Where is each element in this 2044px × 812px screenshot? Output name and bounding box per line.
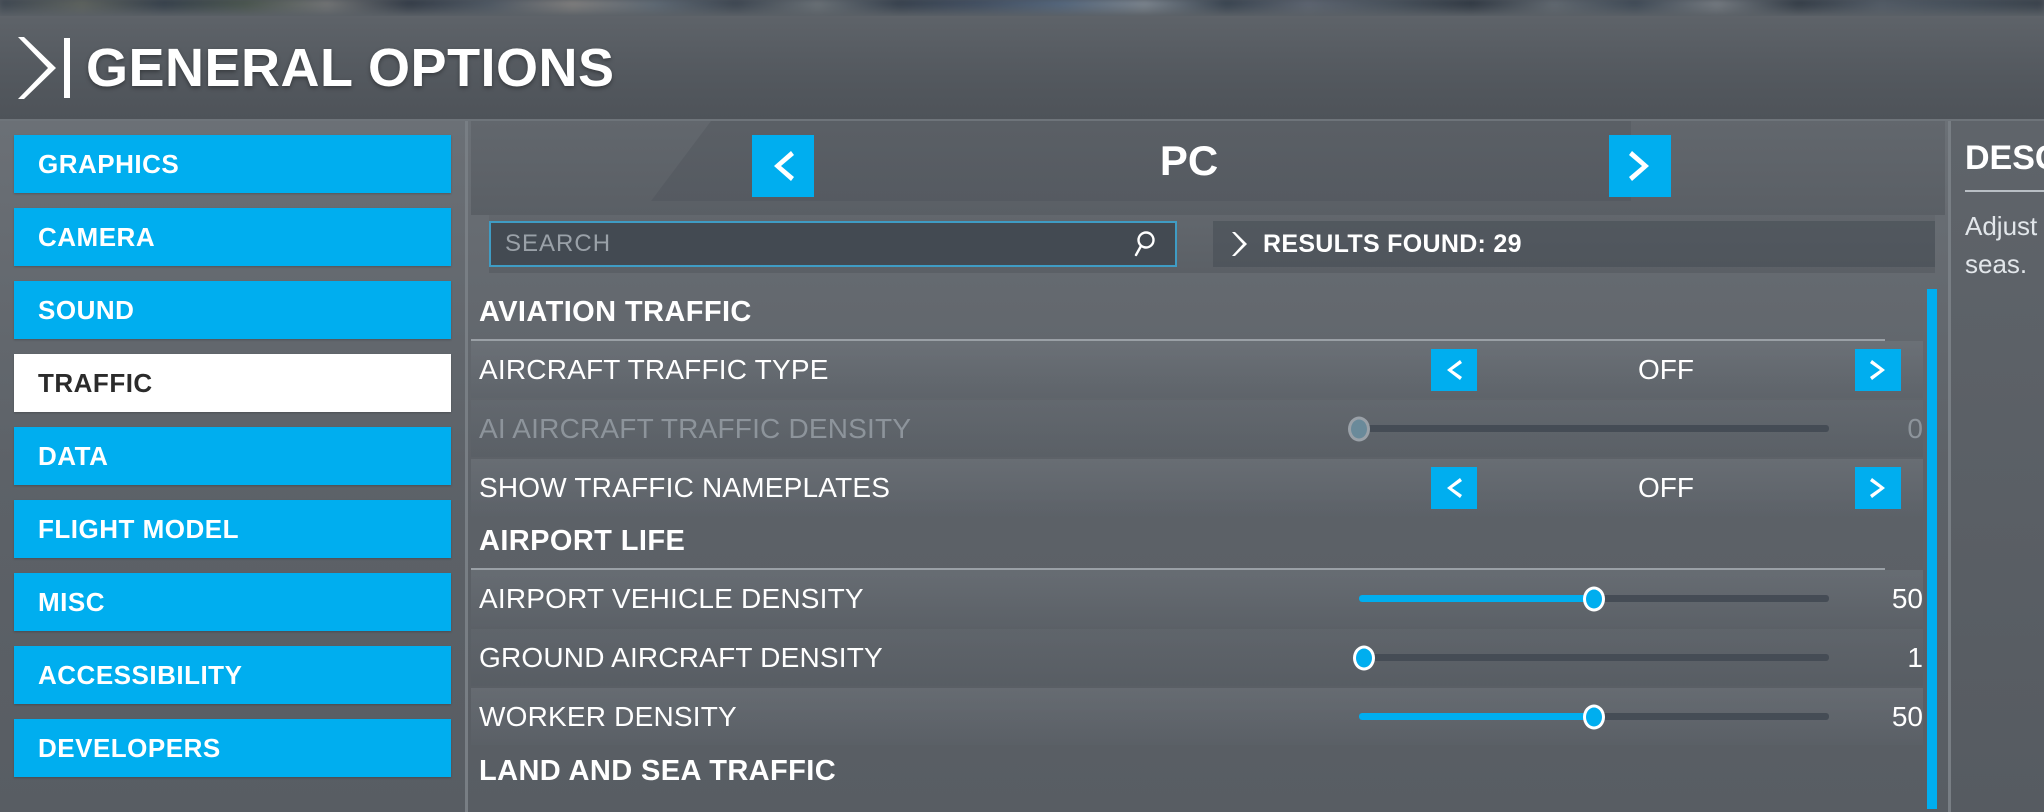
setting-row-show-traffic-nameplates[interactable]: SHOW TRAFFIC NAMEPLATES OFF — [471, 459, 1923, 516]
sidebar-item-label: CAMERA — [38, 221, 156, 252]
platform-next-button[interactable] — [1609, 135, 1671, 197]
results-found: RESULTS FOUND: 29 — [1213, 221, 1935, 267]
sidebar: GRAPHICS CAMERA SOUND TRAFFIC DATA FLIGH… — [0, 121, 468, 812]
options-body: GRAPHICS CAMERA SOUND TRAFFIC DATA FLIGH… — [0, 121, 2044, 812]
setting-row-ai-aircraft-traffic-density: AI AIRCRAFT TRAFFIC DENSITY 0 — [471, 400, 1923, 457]
search-icon[interactable] — [1133, 229, 1161, 259]
slider-value: 50 — [1891, 582, 1923, 614]
spinner-prev-button[interactable] — [1431, 348, 1477, 391]
setting-label: SHOW TRAFFIC NAMEPLATES — [479, 471, 891, 503]
slider-control — [1348, 416, 1829, 441]
sidebar-item-label: DATA — [38, 440, 109, 471]
options-screen: GENERAL OPTIONS GRAPHICS CAMERA SOUND TR… — [0, 0, 2044, 812]
chevron-left-icon — [774, 151, 794, 181]
sidebar-item-sound[interactable]: SOUND — [14, 281, 451, 339]
search-row: SEARCH RESULTS FOUND: 29 — [489, 215, 1935, 273]
sidebar-item-traffic[interactable]: TRAFFIC — [14, 354, 451, 412]
slider-control[interactable] — [1359, 586, 1829, 611]
settings-list: AVIATION TRAFFIC AIRCRAFT TRAFFIC TYPE O… — [471, 289, 1923, 809]
setting-label: WORKER DENSITY — [479, 700, 737, 732]
sidebar-item-accessibility[interactable]: ACCESSIBILITY — [14, 646, 451, 704]
description-divider — [1965, 190, 2044, 192]
slider-fill — [1359, 595, 1594, 602]
search-input[interactable]: SEARCH — [489, 221, 1177, 267]
setting-label: AI AIRCRAFT TRAFFIC DENSITY — [479, 412, 912, 444]
sidebar-item-label: ACCESSIBILITY — [38, 659, 243, 690]
section-title: AVIATION TRAFFIC — [479, 295, 752, 328]
sidebar-item-graphics[interactable]: GRAPHICS — [14, 135, 451, 193]
settings-scrollbar[interactable] — [1927, 289, 1937, 809]
description-text-line-1: Adjust — [1965, 211, 2038, 241]
spinner-control: OFF — [1431, 348, 1901, 391]
setting-label: AIRPORT VEHICLE DENSITY — [479, 582, 864, 614]
spinner-next-button[interactable] — [1855, 466, 1901, 509]
chevron-right-icon — [1870, 359, 1885, 380]
slider-knob — [1348, 416, 1370, 441]
slider-knob[interactable] — [1583, 586, 1605, 611]
section-title: LAND AND SEA TRAFFIC — [479, 754, 837, 787]
slider-control[interactable] — [1359, 704, 1829, 729]
sidebar-item-flight-model[interactable]: FLIGHT MODEL — [14, 500, 451, 558]
slider-track[interactable] — [1352, 645, 1829, 670]
settings-panel: PC SEARCH RESULTS FOUND: 29 AVIATION TRA… — [471, 121, 1945, 812]
sidebar-item-camera[interactable]: CAMERA — [14, 208, 451, 266]
settings-list-wrap: AVIATION TRAFFIC AIRCRAFT TRAFFIC TYPE O… — [471, 289, 1945, 809]
settings-scrollbar-thumb[interactable] — [1927, 289, 1937, 809]
chevron-right-icon — [1870, 477, 1885, 498]
spinner-next-button[interactable] — [1855, 348, 1901, 391]
spinner-prev-button[interactable] — [1431, 466, 1477, 509]
setting-row-airport-vehicle-density[interactable]: AIRPORT VEHICLE DENSITY 50 — [471, 570, 1923, 627]
chevron-left-icon — [1447, 477, 1462, 498]
sidebar-item-label: SOUND — [38, 294, 135, 325]
slider-value: 1 — [1907, 641, 1923, 673]
sidebar-item-misc[interactable]: MISC — [14, 573, 451, 631]
chevron-right-icon — [1629, 151, 1649, 181]
slider-value: 0 — [1907, 412, 1923, 444]
slider-knob[interactable] — [1583, 704, 1605, 729]
setting-row-ground-aircraft-density[interactable]: GROUND AIRCRAFT DENSITY 1 — [471, 629, 1923, 686]
sidebar-item-label: FLIGHT MODEL — [38, 513, 239, 544]
description-title: DESCRIPTION — [1965, 139, 2044, 177]
chevron-left-icon — [1447, 359, 1462, 380]
slider-fill — [1359, 713, 1594, 720]
description-text-line-2: seas. — [1965, 248, 2028, 279]
slider-track[interactable] — [1359, 586, 1829, 611]
sidebar-item-label: GRAPHICS — [38, 148, 180, 179]
slider-track[interactable] — [1359, 704, 1829, 729]
sidebar-item-label: MISC — [38, 586, 105, 617]
section-header-land-and-sea-traffic: LAND AND SEA TRAFFIC — [471, 747, 1885, 799]
spinner-value: OFF — [1638, 471, 1694, 503]
sidebar-item-label: TRAFFIC — [38, 367, 153, 398]
sidebar-item-data[interactable]: DATA — [14, 427, 451, 485]
spinner-value: OFF — [1638, 353, 1694, 385]
sidebar-item-label: DEVELOPERS — [38, 732, 221, 763]
section-title: AIRPORT LIFE — [479, 524, 686, 557]
game-background-overlay — [0, 0, 2044, 16]
setting-row-worker-density[interactable]: WORKER DENSITY 50 — [471, 688, 1923, 745]
slider-value: 50 — [1891, 700, 1923, 732]
setting-row-aircraft-traffic-type[interactable]: AIRCRAFT TRAFFIC TYPE OFF — [471, 341, 1923, 398]
header-divider — [64, 37, 70, 98]
search-placeholder: SEARCH — [505, 230, 612, 257]
page-header: GENERAL OPTIONS — [0, 16, 2044, 121]
results-found-label: RESULTS FOUND: 29 — [1263, 229, 1522, 258]
chevron-right-icon — [14, 35, 60, 101]
spinner-control: OFF — [1431, 466, 1901, 509]
section-header-aviation-traffic: AVIATION TRAFFIC — [471, 289, 1885, 341]
section-header-airport-life: AIRPORT LIFE — [471, 518, 1885, 570]
page-title: GENERAL OPTIONS — [86, 37, 615, 98]
slider-track — [1348, 416, 1829, 441]
setting-label: AIRCRAFT TRAFFIC TYPE — [479, 353, 829, 385]
description-panel: DESCRIPTION Adjust seas. — [1948, 121, 2044, 812]
slider-control[interactable] — [1352, 645, 1829, 670]
chevron-right-icon — [1229, 231, 1249, 257]
platform-prev-button[interactable] — [752, 135, 814, 197]
slider-knob[interactable] — [1352, 645, 1375, 670]
platform-selector: PC — [471, 121, 1945, 215]
setting-label: GROUND AIRCRAFT DENSITY — [479, 641, 883, 673]
sidebar-item-developers[interactable]: DEVELOPERS — [14, 719, 451, 777]
